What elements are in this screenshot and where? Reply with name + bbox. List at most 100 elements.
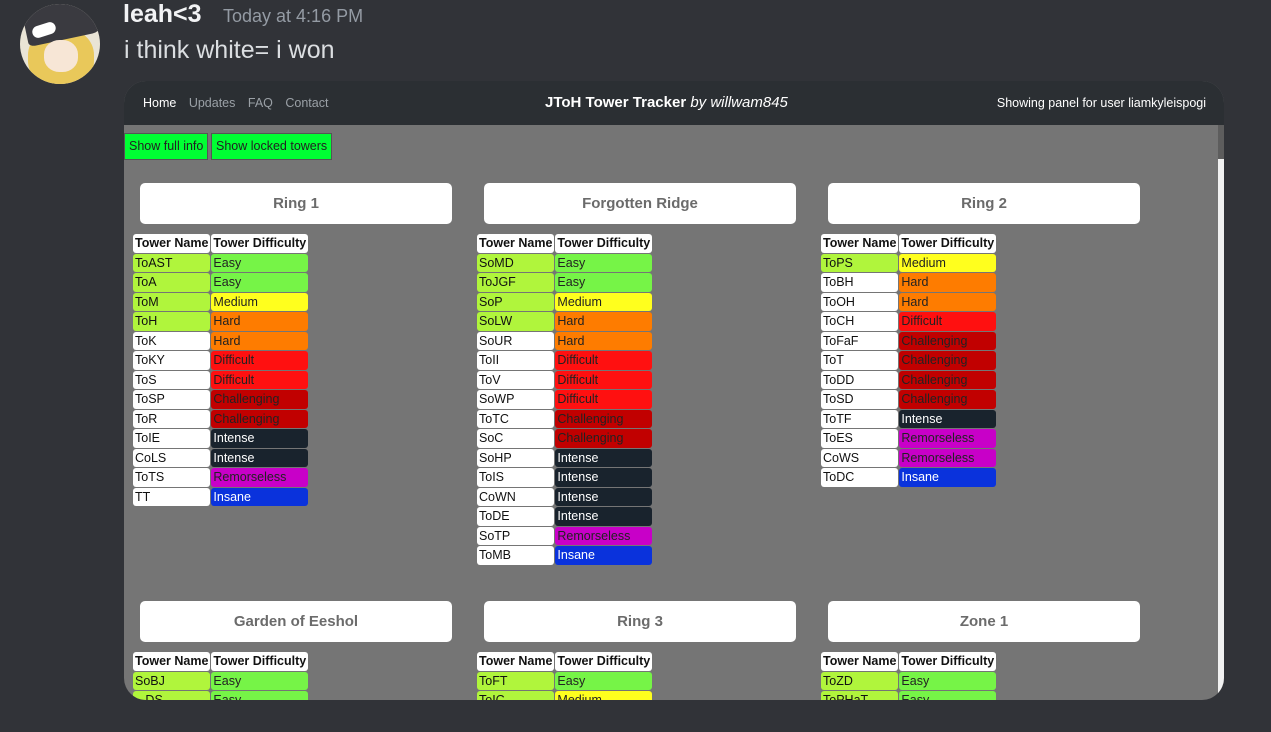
tower-difficulty-header: Tower Difficulty bbox=[211, 234, 309, 253]
tower-row: ToIE Intense bbox=[133, 429, 309, 448]
tower-name-cell: ToDD bbox=[821, 370, 899, 389]
tower-difficulty-cell: Difficult bbox=[555, 351, 653, 370]
tower-difficulty-cell: Challenging bbox=[211, 409, 309, 428]
tower-difficulty-cell: Easy bbox=[899, 671, 997, 690]
tower-name-cell: ToZD bbox=[821, 671, 899, 690]
tower-difficulty-cell: Intense bbox=[555, 507, 653, 526]
tower-row: SoWP Difficult bbox=[477, 390, 653, 409]
tower-row: ToDC Insane bbox=[821, 468, 997, 487]
tower-name-cell: ToCH bbox=[821, 312, 899, 331]
tower-difficulty-cell: Hard bbox=[555, 312, 653, 331]
tower-difficulty-cell: Remorseless bbox=[899, 448, 997, 467]
tower-row: SoP Medium bbox=[477, 292, 653, 311]
tower-name-cell: ToIC bbox=[477, 691, 555, 700]
tower-name-cell: ToM bbox=[133, 292, 211, 311]
tower-name-cell: ToR bbox=[133, 409, 211, 428]
tower-row: ToDE Intense bbox=[477, 507, 653, 526]
table-header-row: Tower Name Tower Difficulty bbox=[133, 652, 309, 671]
tower-name-cell: ToTC bbox=[477, 409, 555, 428]
username[interactable]: leah<3 bbox=[123, 0, 202, 29]
avatar[interactable] bbox=[20, 4, 100, 84]
site-title-author: by willwam845 bbox=[690, 94, 788, 111]
tower-difficulty-cell: Insane bbox=[211, 487, 309, 506]
tower-row: ToZD Easy bbox=[821, 671, 997, 690]
tower-name-cell: ToPHaT bbox=[821, 691, 899, 700]
tower-name-cell: ToES bbox=[821, 429, 899, 448]
tower-name-cell: TT bbox=[133, 487, 211, 506]
avatar-face bbox=[44, 40, 78, 72]
tower-difficulty-cell: Easy bbox=[211, 273, 309, 292]
area-title: Ring 1 bbox=[140, 183, 452, 224]
tower-name-header: Tower Name bbox=[477, 234, 555, 253]
tower-row: ToR Challenging bbox=[133, 409, 309, 428]
area-title: Ring 2 bbox=[828, 183, 1140, 224]
tower-difficulty-header: Tower Difficulty bbox=[899, 234, 997, 253]
tower-row: SoUR Hard bbox=[477, 331, 653, 350]
tower-difficulty-cell: Easy bbox=[211, 671, 309, 690]
tower-table: Tower Name Tower Difficulty SoMD Easy ToJGF E… bbox=[476, 233, 653, 566]
tower-name-cell: SoTP bbox=[477, 526, 555, 545]
attached-screenshot[interactable]: Home Updates FAQ Contact JToH Tower Trac… bbox=[124, 81, 1224, 700]
tower-difficulty-cell: Insane bbox=[899, 468, 997, 487]
tower-difficulty-cell: Medium bbox=[555, 292, 653, 311]
tower-name-cell: ToK bbox=[133, 331, 211, 350]
area-title: Forgotten Ridge bbox=[484, 183, 796, 224]
tower-name-cell: ToSD bbox=[821, 390, 899, 409]
tower-row: ToAST Easy bbox=[133, 253, 309, 272]
tower-row: ToJGF Easy bbox=[477, 273, 653, 292]
tower-row: CoWN Intense bbox=[477, 487, 653, 506]
tower-difficulty-cell: Challenging bbox=[555, 409, 653, 428]
tower-difficulty-cell: Medium bbox=[899, 253, 997, 272]
tower-row: ToTS Remorseless bbox=[133, 468, 309, 487]
tower-difficulty-cell: Easy bbox=[211, 691, 309, 700]
tower-name-cell: ToV bbox=[477, 370, 555, 389]
tower-difficulty-cell: Intense bbox=[555, 448, 653, 467]
tower-row: TT Insane bbox=[133, 487, 309, 506]
tower-name-cell: ToAST bbox=[133, 253, 211, 272]
message-text: i think white= i won bbox=[124, 36, 335, 64]
panel-user-text: Showing panel for user liamkyleispogi bbox=[996, 96, 1206, 110]
tower-name-cell: CoLS bbox=[133, 448, 211, 467]
tower-difficulty-cell: Difficult bbox=[555, 390, 653, 409]
tower-row: ToFaF Challenging bbox=[821, 331, 997, 350]
show-locked-towers-button[interactable]: Show locked towers bbox=[211, 133, 333, 160]
tower-difficulty-header: Tower Difficulty bbox=[555, 652, 653, 671]
tower-name-header: Tower Name bbox=[133, 652, 211, 671]
nav-updates-link[interactable]: Updates bbox=[189, 96, 236, 110]
tower-row: ToH Hard bbox=[133, 312, 309, 331]
scrollbar-thumb[interactable] bbox=[1218, 159, 1224, 699]
tower-row: ToES Remorseless bbox=[821, 429, 997, 448]
tower-difficulty-cell: Hard bbox=[555, 331, 653, 350]
tower-table: Tower Name Tower Difficulty ToPS Medium ToBH… bbox=[820, 233, 997, 488]
tower-name-cell: ToIE bbox=[133, 429, 211, 448]
show-full-info-button[interactable]: Show full info bbox=[124, 133, 209, 160]
tower-difficulty-cell: Easy bbox=[555, 253, 653, 272]
tower-row: ToIS Intense bbox=[477, 468, 653, 487]
table-header-row: Tower Name Tower Difficulty bbox=[821, 234, 997, 253]
tower-row: ToKY Difficult bbox=[133, 351, 309, 370]
tower-row: SoHP Intense bbox=[477, 448, 653, 467]
page-scrollbar[interactable] bbox=[1218, 125, 1224, 700]
tower-row: ToM Medium bbox=[133, 292, 309, 311]
tower-name-cell: ToJGF bbox=[477, 273, 555, 292]
tower-row: CoLS Intense bbox=[133, 448, 309, 467]
table-header-row: Tower Name Tower Difficulty bbox=[821, 652, 997, 671]
tower-name-cell: SoMD bbox=[477, 253, 555, 272]
nav-faq-link[interactable]: FAQ bbox=[248, 96, 273, 110]
tower-difficulty-cell: Intense bbox=[211, 448, 309, 467]
tower-name-cell: SoUR bbox=[477, 331, 555, 350]
tower-row: ToDD Challenging bbox=[821, 370, 997, 389]
tower-name-cell: ...DS bbox=[133, 691, 211, 700]
nav-contact-link[interactable]: Contact bbox=[285, 96, 328, 110]
tower-row: ...DSEasy bbox=[133, 691, 309, 700]
tower-name-cell: SoP bbox=[477, 292, 555, 311]
tower-table: Tower NameTower DifficultyToZDEasyToPHaT… bbox=[820, 651, 997, 700]
tower-difficulty-cell: Intense bbox=[211, 429, 309, 448]
tracker-navbar: Home Updates FAQ Contact JToH Tower Trac… bbox=[124, 81, 1224, 125]
tower-row: ToTC Challenging bbox=[477, 409, 653, 428]
tower-name-cell: ToDE bbox=[477, 507, 555, 526]
nav-home-link[interactable]: Home bbox=[143, 96, 176, 110]
tower-difficulty-cell: Easy bbox=[555, 273, 653, 292]
tower-difficulty-cell: Remorseless bbox=[899, 429, 997, 448]
tower-name-cell: SoWP bbox=[477, 390, 555, 409]
